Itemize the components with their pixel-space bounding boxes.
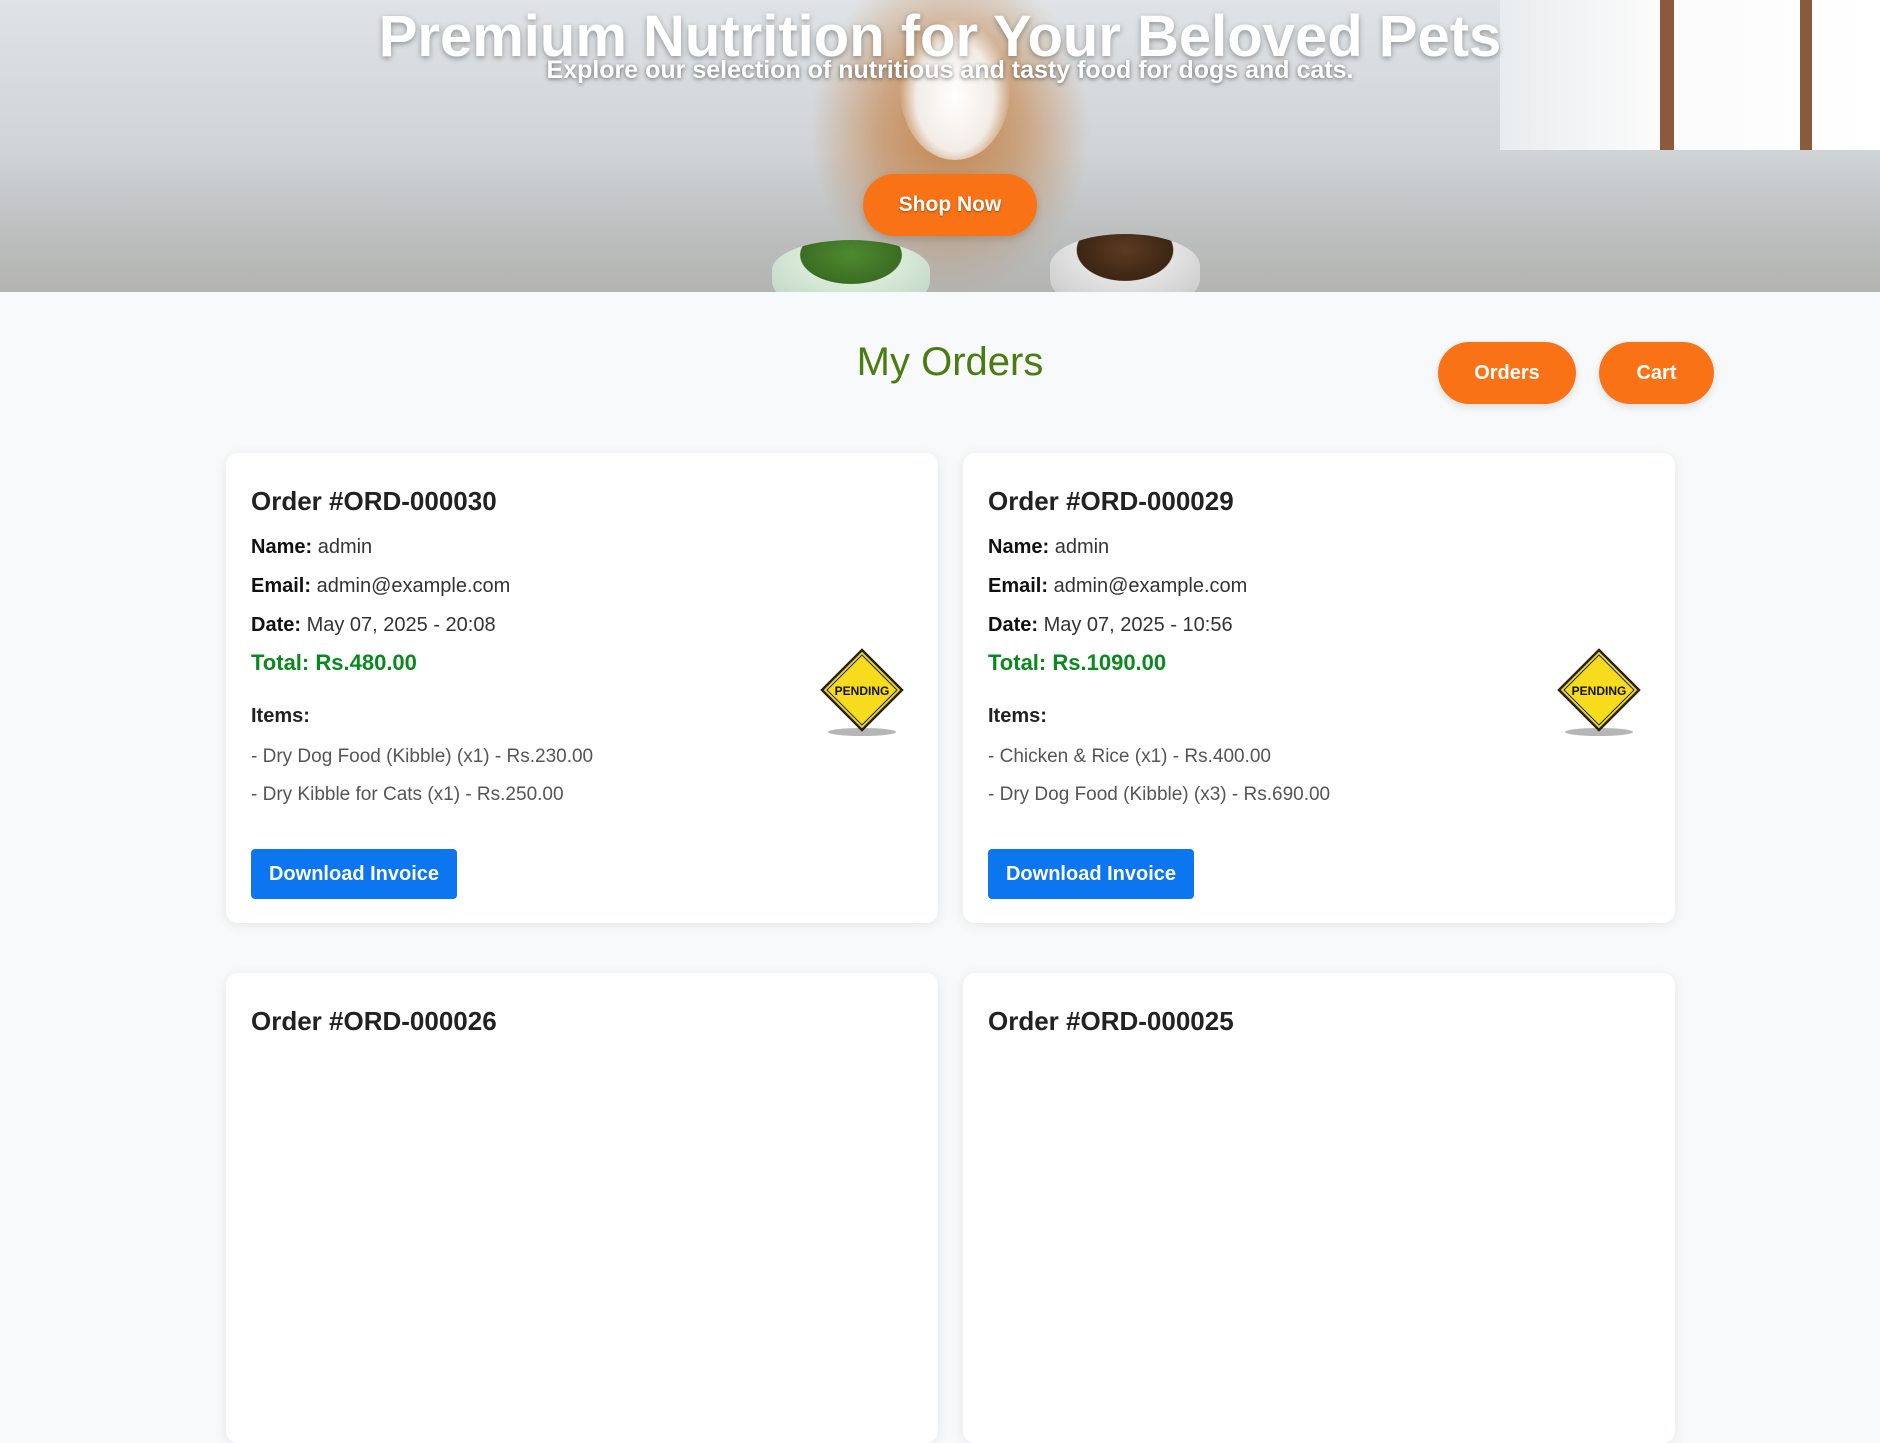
pending-sign-icon: PENDING xyxy=(1557,648,1641,736)
name-label: Name: xyxy=(988,536,1050,558)
order-card: Order #ORD-000029 Name: admin Email: adm… xyxy=(963,453,1675,923)
download-invoice-button[interactable]: Download Invoice xyxy=(988,849,1194,899)
order-item: - Dry Dog Food (Kibble) (x3) - Rs.690.00 xyxy=(988,784,1331,805)
order-date: Date: May 07, 2025 - 20:08 xyxy=(251,614,496,637)
name-value: admin xyxy=(1054,536,1110,558)
order-date: Date: May 07, 2025 - 10:56 xyxy=(988,614,1233,637)
order-name: Name: admin xyxy=(988,536,1109,559)
order-total: Total: Rs.480.00 xyxy=(251,650,417,676)
order-email: Email: admin@example.com xyxy=(251,575,510,598)
hero-subtitle: Explore our selection of nutritious and … xyxy=(546,56,1354,84)
email-label: Email: xyxy=(251,575,312,597)
download-invoice-button[interactable]: Download Invoice xyxy=(251,849,457,899)
total-value: Rs.1090.00 xyxy=(1052,650,1167,675)
order-item: - Chicken & Rice (x1) - Rs.400.00 xyxy=(988,746,1271,767)
date-label: Date: xyxy=(251,614,302,636)
order-heading: Order #ORD-000026 xyxy=(251,1006,497,1036)
order-email: Email: admin@example.com xyxy=(988,575,1247,598)
order-item: - Dry Dog Food (Kibble) (x1) - Rs.230.00 xyxy=(251,746,594,767)
order-heading: Order #ORD-000025 xyxy=(988,1006,1234,1036)
items-label: Items: xyxy=(251,705,310,727)
date-value: May 07, 2025 - 10:56 xyxy=(1043,614,1233,636)
orders-nav-button[interactable]: Orders xyxy=(1438,342,1576,404)
hero-veggie-bowl xyxy=(772,240,930,292)
date-value: May 07, 2025 - 20:08 xyxy=(306,614,496,636)
order-total: Total: Rs.1090.00 xyxy=(988,650,1166,676)
order-name: Name: admin xyxy=(251,536,372,559)
shop-now-button[interactable]: Shop Now xyxy=(863,174,1037,236)
order-card: Order #ORD-000026 xyxy=(226,973,938,1443)
order-card: Order #ORD-000025 xyxy=(963,973,1675,1443)
page-title: My Orders xyxy=(856,340,1044,384)
name-label: Name: xyxy=(251,536,313,558)
name-value: admin xyxy=(317,536,373,558)
items-label: Items: xyxy=(988,705,1047,727)
hero-banner: Premium Nutrition for Your Beloved Pets … xyxy=(0,0,1880,292)
pending-text: PENDING xyxy=(835,684,890,698)
email-label: Email: xyxy=(988,575,1049,597)
email-value: admin@example.com xyxy=(316,575,511,597)
pending-text: PENDING xyxy=(1572,684,1627,698)
pending-sign-icon: PENDING xyxy=(820,648,904,736)
cart-nav-button[interactable]: Cart xyxy=(1599,342,1714,404)
order-heading: Order #ORD-000030 xyxy=(251,486,497,516)
total-value: Rs.480.00 xyxy=(315,650,417,675)
hero-kibble-bowl xyxy=(1050,234,1200,292)
order-heading: Order #ORD-000029 xyxy=(988,486,1234,516)
total-label: Total: xyxy=(988,650,1047,675)
date-label: Date: xyxy=(988,614,1039,636)
order-item: - Dry Kibble for Cats (x1) - Rs.250.00 xyxy=(251,784,564,805)
email-value: admin@example.com xyxy=(1053,575,1248,597)
order-card: Order #ORD-000030 Name: admin Email: adm… xyxy=(226,453,938,923)
total-label: Total: xyxy=(251,650,310,675)
